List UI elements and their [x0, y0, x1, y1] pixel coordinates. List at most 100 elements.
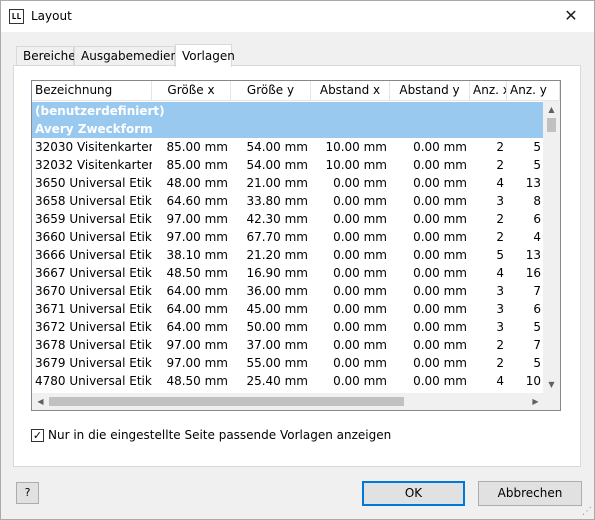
groesse-y-cell: 67.70 mm [246, 230, 308, 244]
groesse-x-cell: 85.00 mm [166, 158, 228, 172]
table-row[interactable]: 3660 Universal Etikette 97.00 mm 67.70 mm 0… [32, 228, 544, 246]
anz-y-cell: 13 [525, 176, 541, 190]
bezeichnung-cell: 32030 Visitenkarten, m [35, 140, 152, 154]
table-row[interactable]: 3679 Universal Etikette 97.00 mm 55.00 mm 0… [32, 354, 544, 372]
table-row[interactable]: 32030 Visitenkarten, m 85.00 mm 54.00 mm 10… [32, 138, 544, 156]
table-row[interactable]: 3672 Universal Etikette64.00 mm50.00 mm0… [32, 318, 544, 336]
abstand-y-cell: 0.00 mm [413, 158, 467, 172]
bezeichnung-cell: 32032 Visitenkarten, m [35, 158, 152, 172]
column-header-abstand-y[interactable]: Abstand y [390, 81, 470, 101]
bezeichnung-cell: 3670 Universal Etikette [35, 284, 152, 298]
groesse-x-cell: 97.00 mm [166, 230, 228, 244]
help-button[interactable]: ? [16, 482, 39, 504]
groesse-x-cell: 48.50 mm [166, 266, 228, 280]
table-row[interactable]: 3658 Universal Etikette 64.60 mm 33.80 mm 0… [32, 192, 544, 210]
anz-x-cell: 3 [496, 194, 504, 208]
horizontal-scrollbar[interactable]: ◀ ▶ [32, 393, 544, 410]
bezeichnung-cell: 3667 Universal Etikette [35, 266, 152, 280]
ok-button[interactable]: OK [362, 481, 465, 506]
table-body: (benutzerdefiniert) Avery Zweckform 3203… [32, 102, 544, 393]
table-row[interactable]: 3666 Universal Etikette 38.10 mm 21.20 mm 0… [32, 246, 544, 264]
table-header: Bezeichnung Größe x Größe y Abstand x Ab… [32, 81, 560, 101]
groesse-y-cell: 54.00 mm [246, 140, 308, 154]
bezeichnung-cell: 3659 Universal Etikette [35, 212, 152, 226]
abstand-x-cell: 0.00 mm [333, 230, 387, 244]
abstand-x-cell: 0.00 mm [333, 194, 387, 208]
fit-templates-checkbox[interactable]: ✓ [31, 429, 44, 442]
column-header-anz-x[interactable]: Anz. x [470, 81, 507, 101]
group-row-benutzerdefiniert[interactable]: (benutzerdefiniert) [32, 102, 544, 120]
bezeichnung-cell: 3679 Universal Etikette [35, 356, 152, 370]
cancel-button[interactable]: Abbrechen [478, 481, 582, 506]
bezeichnung-cell: 3672 Universal Etikette [35, 320, 152, 334]
templates-table: Bezeichnung Größe x Größe y Abstand x Ab… [31, 80, 561, 411]
groesse-x-cell: 48.00 mm [166, 176, 228, 190]
column-header-groesse-x[interactable]: Größe x [152, 81, 231, 101]
abstand-x-cell: 0.00 mm [333, 320, 387, 334]
table-row[interactable]: 3670 Universal Etikette 64.00 mm 36.00 mm 0… [32, 282, 544, 300]
anz-y-cell: 7 [533, 338, 541, 352]
abstand-y-cell: 0.00 mm [413, 284, 467, 298]
horizontal-scroll-thumb[interactable] [49, 397, 404, 406]
group-row-avery-zweckform[interactable]: Avery Zweckform [32, 120, 544, 138]
abstand-y-cell: 0.00 mm [413, 176, 467, 190]
column-header-anz-y[interactable]: Anz. y [507, 81, 560, 101]
groesse-y-cell: 21.00 mm [246, 176, 308, 190]
resize-grip-icon[interactable]: ⋰ [582, 507, 592, 517]
abstand-x-cell: 0.00 mm [333, 302, 387, 316]
groesse-y-cell: 54.00 mm [246, 158, 308, 172]
anz-y-cell: 7 [533, 284, 541, 298]
groesse-x-cell: 64.00 mm [166, 284, 228, 298]
groesse-y-cell: 55.00 mm [246, 356, 308, 370]
table-row[interactable]: 3650 Universal Etikette 48.00 mm 21.00 mm 0… [32, 174, 544, 192]
abstand-y-cell: 0.00 mm [413, 212, 467, 226]
group-label: Avery Zweckform [35, 122, 153, 136]
column-header-groesse-y[interactable]: Größe y [231, 81, 311, 101]
abstand-x-cell: 0.00 mm [333, 284, 387, 298]
anz-y-cell: 4 [533, 230, 541, 244]
scroll-down-icon[interactable]: ▼ [543, 376, 560, 393]
scroll-left-icon[interactable]: ◀ [32, 393, 49, 410]
scroll-up-icon[interactable]: ▲ [543, 101, 560, 118]
window-title: Layout [31, 9, 72, 23]
bezeichnung-cell: 3660 Universal Etikette [35, 230, 152, 244]
table-row[interactable]: 3678 Universal Etikette 97.00 mm 37.00 mm 0… [32, 336, 544, 354]
vertical-scrollbar[interactable]: ▲ ▼ [543, 101, 560, 393]
abstand-x-cell: 10.00 mm [325, 158, 387, 172]
table-row[interactable]: 4780 Universal Etikette 48.50 mm 25.40 mm 0… [32, 372, 544, 390]
groesse-y-cell: 37.00 mm [246, 338, 308, 352]
app-icon: LL [9, 9, 24, 24]
abstand-y-cell: 0.00 mm [413, 266, 467, 280]
column-header-abstand-x[interactable]: Abstand x [311, 81, 390, 101]
abstand-x-cell: 0.00 mm [333, 374, 387, 388]
anz-y-cell: 13 [525, 248, 541, 262]
table-row[interactable]: 3667 Universal Etikette 48.50 mm 16.90 mm 0… [32, 264, 544, 282]
fit-templates-label[interactable]: Nur in die eingestellte Seite passende V… [48, 428, 391, 443]
abstand-y-cell: 0.00 mm [413, 338, 467, 352]
scrollbar-corner [543, 393, 560, 410]
anz-x-cell: 5 [496, 248, 504, 262]
table-row[interactable]: 3671 Universal Etikette 64.00 mm 45.00 mm 0… [32, 300, 544, 318]
tab-ausgabemedien[interactable]: Ausgabemedien [74, 46, 178, 65]
scroll-right-icon[interactable]: ▶ [527, 393, 544, 410]
vertical-scroll-thumb[interactable] [547, 118, 556, 132]
groesse-y-cell: 36.00 mm [246, 284, 308, 298]
anz-x-cell: 2 [496, 338, 504, 352]
title-bar: LL Layout ✕ [1, 1, 594, 32]
tab-vorlagen[interactable]: Vorlagen [175, 44, 235, 67]
table-row[interactable]: 3659 Universal Etikette 97.00 mm 42.30 mm 0… [32, 210, 544, 228]
close-icon[interactable]: ✕ [548, 1, 594, 32]
bezeichnung-cell: 3671 Universal Etikette [35, 302, 152, 316]
bezeichnung-cell: 4780 Universal Etikette [35, 374, 152, 388]
table-row[interactable]: 32032 Visitenkarten, m 85.00 mm 54.00 mm 10… [32, 156, 544, 174]
groesse-y-cell: 50.00 mm [246, 320, 308, 334]
groesse-y-cell: 33.80 mm [246, 194, 308, 208]
column-header-bezeichnung[interactable]: Bezeichnung [32, 81, 152, 101]
tab-bereiche[interactable]: Bereiche [16, 46, 76, 65]
layout-dialog: LL Layout ✕ Bereiche Ausgabemedien Vorla… [0, 0, 595, 520]
bezeichnung-cell: 3666 Universal Etikette [35, 248, 152, 262]
abstand-y-cell: 0.00 mm [413, 374, 467, 388]
abstand-x-cell: 0.00 mm [333, 212, 387, 226]
anz-x-cell: 2 [496, 230, 504, 244]
groesse-y-cell: 25.40 mm [246, 374, 308, 388]
